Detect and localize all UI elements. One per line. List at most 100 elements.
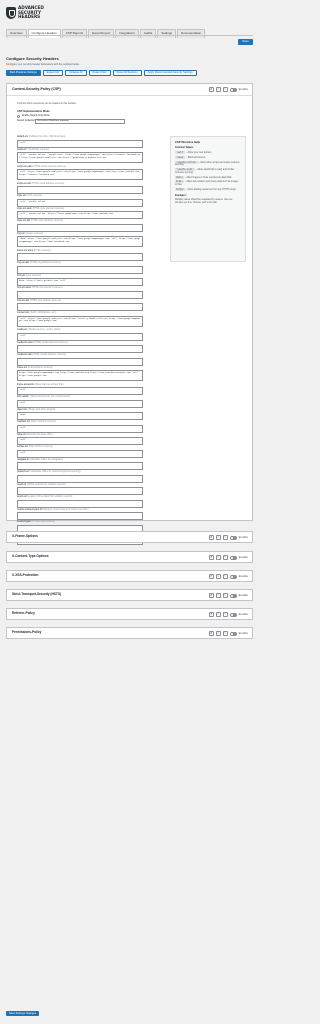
save-settings-button[interactable]: Save Settings Changes — [6, 1011, 40, 1016]
brand-text: ADVANCED SECURITY HEADERS — [18, 5, 44, 20]
field-label: frame-src (Frame/iframe sources) — [17, 366, 143, 370]
toolbar-button-expand-all[interactable]: Expand All — [42, 70, 63, 76]
move-up-icon[interactable]: ˄ — [215, 631, 221, 636]
enable-toggle[interactable] — [229, 612, 237, 617]
enable-toggle[interactable] — [229, 87, 237, 92]
section-x-content-type-options[interactable]: X-Content-Type-Options ↺ ˄ ˅ Enable — [6, 551, 253, 563]
panel-controls: ↺ ˄ ˅ Enable — [208, 611, 248, 617]
move-down-icon[interactable]: ˅ — [222, 631, 228, 636]
field-hint: (CSS sources) — [26, 194, 43, 197]
toolbar-button-best-practices-settings[interactable]: Best Practices Settings — [6, 70, 41, 76]
section-x-xss-protection[interactable]: X-XSS-Protection ↺ ˄ ˅ Enable — [6, 570, 253, 582]
radio-icon[interactable] — [17, 115, 20, 118]
move-down-icon[interactable]: ˅ — [222, 535, 228, 540]
field-label: form-action (Valid endpoints for form su… — [17, 395, 143, 399]
field-label: media-src-elem (HTML media element sourc… — [17, 341, 143, 345]
reset-icon[interactable]: ↺ — [208, 574, 214, 579]
reset-icon[interactable]: ↺ — [208, 593, 214, 598]
field-textarea[interactable]: 'self' https://www.google-analytics.com … — [17, 169, 143, 181]
section-title: Referrer-Policy — [12, 611, 35, 616]
field-hint: (Web Worker sources) — [28, 445, 53, 448]
move-down-icon[interactable]: ˅ — [222, 612, 228, 617]
move-down-icon[interactable]: ˅ — [222, 593, 228, 598]
field-hint: (Sites that can embed this) — [34, 382, 64, 386]
tab-overview[interactable]: Overview — [6, 29, 27, 38]
field-hint: (Restricts the base URL) — [26, 432, 53, 436]
move-up-icon[interactable]: ˄ — [215, 612, 221, 617]
csp-field-object-src: object-src (Plugin and other plugins)'no… — [17, 407, 143, 421]
save-button[interactable]: Save — [238, 39, 253, 45]
field-name: worker-src — [17, 445, 29, 448]
report-collection-select[interactable]: Use built-in WordPress reporting — [35, 119, 125, 124]
section-strict-transport-security-hsts-[interactable]: Strict-Transport-Security (HSTS) ↺ ˄ ˅ Enabl… — [6, 589, 253, 601]
enable-toggle[interactable] — [229, 574, 237, 579]
field-hint: (Media sources - audio, video) — [28, 328, 61, 331]
toolbar-button-reset-all-sections[interactable]: Reset All Sections — [112, 70, 142, 76]
report-only-option[interactable]: Enable Report-Only Mode — [17, 114, 50, 118]
section-permissions-policy[interactable]: Permissions-Policy ↺ ˄ ˅ Enable — [6, 627, 253, 639]
toolbar-button-collapse-all[interactable]: Collapse All — [64, 70, 87, 76]
field-hint: (JSON endpoint for violation reports) — [26, 482, 66, 486]
tab-audits[interactable]: Audits — [139, 29, 157, 38]
move-down-icon[interactable]: ˅ — [222, 574, 228, 579]
field-textarea[interactable]: 'data' https://www.google-analytics.com … — [17, 236, 143, 248]
move-up-icon[interactable]: ˄ — [215, 87, 221, 92]
csp-field-media-src-elem: media-src-elem (HTML media element sourc… — [17, 341, 143, 354]
field-hint: (Plugin and other plugins) — [28, 407, 56, 411]
tab-csp-reports[interactable]: CSP Reports — [61, 29, 88, 38]
move-up-icon[interactable]: ˄ — [215, 535, 221, 540]
csp-field-worker-src: worker-src (Web Worker sources)'self' — [17, 445, 143, 458]
enable-label: Enable — [238, 573, 248, 578]
csp-field-font-src-attr: font-src-attr (HTML font attribute sourc… — [17, 299, 143, 312]
reset-icon[interactable]: ↺ — [208, 535, 214, 540]
tab-integrations[interactable]: Integrations — [115, 29, 139, 38]
move-up-icon[interactable]: ˄ — [215, 593, 221, 598]
enable-label: Enable — [238, 611, 248, 616]
tab-configure-headers[interactable]: Configure Headers — [27, 29, 61, 38]
section-referrer-policy[interactable]: Referrer-Policy ↺ ˄ ˅ Enable — [6, 608, 253, 620]
csp-panel-header[interactable]: Content-Security-Policy (CSP) ↺ ˄ ˅ Enab… — [7, 84, 252, 96]
move-down-icon[interactable]: ˅ — [222, 87, 228, 92]
field-name: media-src-attr — [17, 353, 32, 356]
field-label: font-src (Font sources) — [17, 274, 143, 278]
field-label: style-src (CSS sources) — [17, 194, 143, 198]
field-label: report-uri (Legacy URI endpoint for viol… — [17, 495, 143, 499]
panel-controls: ↺ ˄ ˅ Enable — [208, 593, 248, 598]
move-up-icon[interactable]: ˄ — [215, 555, 221, 560]
field-textarea[interactable]: https://www.googletagmanager.com https:/… — [17, 370, 143, 382]
reset-icon[interactable]: ↺ — [208, 87, 214, 92]
move-up-icon[interactable]: ˄ — [215, 574, 221, 579]
section-x-frame-options[interactable]: X-Frame-Options ↺ ˄ ˅ Enable — [6, 531, 253, 543]
enable-toggle[interactable] — [229, 593, 237, 598]
enable-toggle[interactable] — [229, 535, 237, 540]
field-label: base-uri (Restricts the base URL) — [17, 432, 143, 437]
field-label: connect-src (AJAX, WebSocket, etc.) — [17, 311, 143, 315]
csp-field-connect-src: connect-src (AJAX, WebSocket, etc.)'self… — [17, 311, 143, 327]
field-hint: (JavaScript sources) — [27, 147, 50, 151]
enable-toggle[interactable] — [229, 555, 237, 560]
move-down-icon[interactable]: ˅ — [222, 555, 228, 560]
enable-toggle[interactable] — [229, 631, 237, 636]
field-textarea[interactable]: 'self' https://www.google-analytics.com … — [17, 315, 143, 327]
reset-icon[interactable]: ↺ — [208, 612, 214, 617]
tab-settings[interactable]: Settings — [157, 29, 177, 38]
enable-label: Enable — [238, 534, 248, 539]
tab-documentation[interactable]: Documentation — [177, 29, 206, 38]
field-hint: (Legacy URI endpoint for violation repor… — [27, 495, 73, 498]
tab-export-import[interactable]: Export/Import — [88, 29, 115, 38]
csp-field-font-src-elem: font-src-elem (HTML font element sources… — [17, 286, 143, 299]
field-name: script-src — [17, 147, 27, 151]
field-label: worker-src (Web Worker sources) — [17, 445, 143, 449]
field-name: style-src-attr — [17, 219, 31, 222]
reset-icon[interactable]: ↺ — [208, 555, 214, 560]
field-textarea[interactable]: 'self' 'unsafe-inline' 'unsafe-eval' htt… — [17, 152, 143, 164]
field-hint: (HTML script element sources) — [33, 164, 66, 168]
toolbar-button-apply-recommended-security-settings[interactable]: Apply Recommended Security Settings — [143, 70, 197, 76]
help-item: blob: – Allow web workers and binary dat… — [175, 180, 239, 187]
field-name: connect-src — [17, 311, 30, 314]
csp-field-style-src-attr: style-src-attr (HTML style attribute sou… — [17, 219, 143, 232]
reset-icon[interactable]: ↺ — [208, 631, 214, 636]
field-name: frame-src-elem — [17, 248, 34, 252]
toolbar-button-reset-order[interactable]: Reset Order — [88, 70, 111, 76]
field-label: frame-src-elem (HTML sources) — [17, 248, 143, 253]
